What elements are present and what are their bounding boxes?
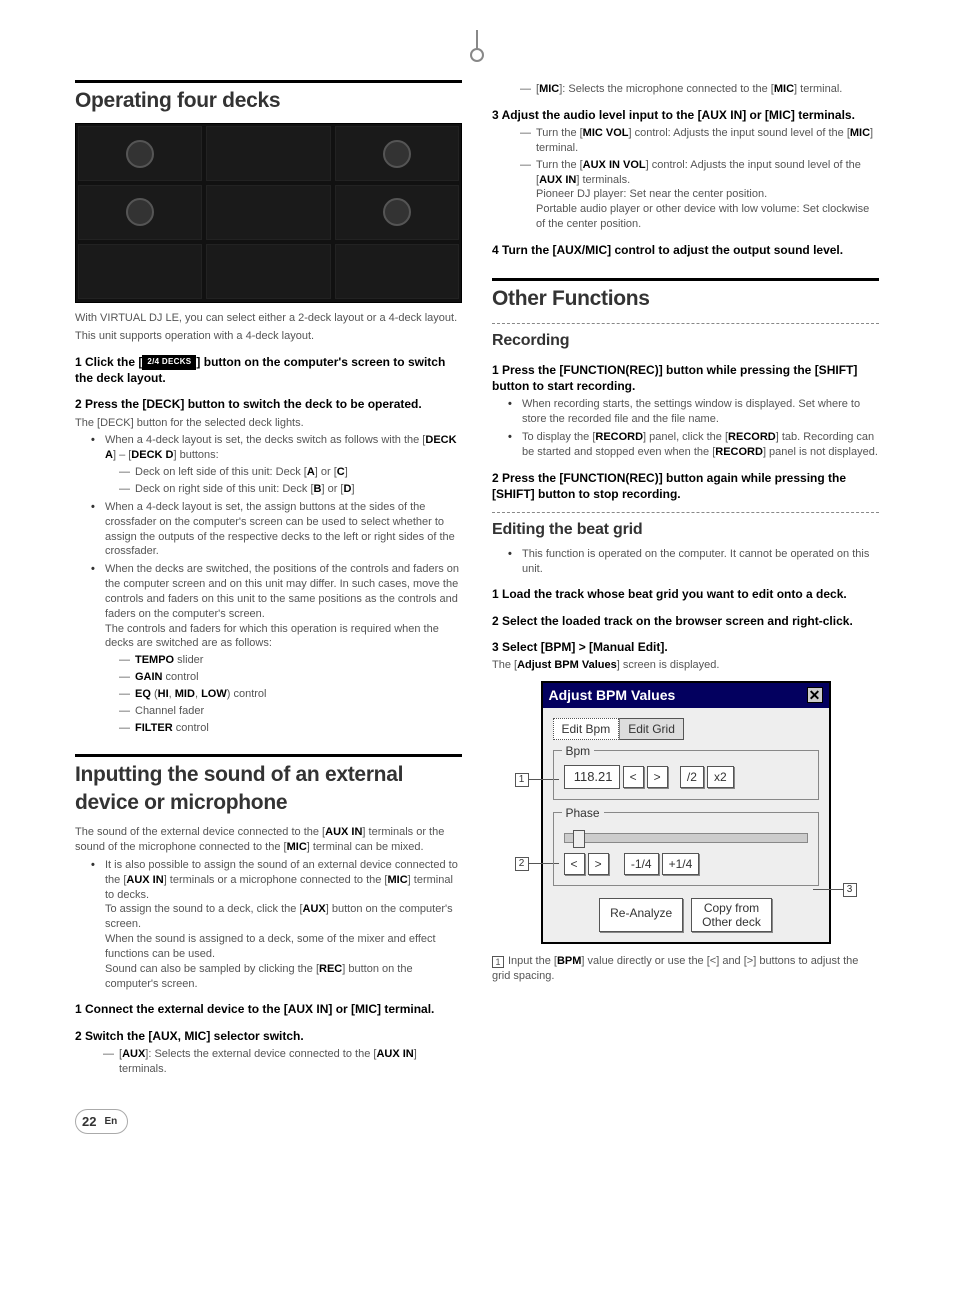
bullet-deck-switch: When a 4-deck layout is set, the decks s… [91,433,462,496]
close-icon[interactable]: ✕ [807,687,823,703]
ext-step-1: 1 Connect the external device to the [AU… [75,1001,462,1017]
ctl-chfader: Channel fader [119,704,462,719]
bg-step-3: 3 Select [BPM] > [Manual Edit]. [492,639,879,655]
bg-step-2: 2 Select the loaded track on the browser… [492,613,879,629]
footnote-1: 1Input the [BPM] value directly or use t… [492,954,879,984]
bg-step-3-sub: The [Adjust BPM Values] screen is displa… [492,658,879,673]
phase-slider[interactable] [564,833,808,843]
punch-mark-icon [467,30,487,54]
reanalyze-button[interactable]: Re-Analyze [599,898,683,933]
bpm-next-button[interactable]: > [647,766,668,788]
page-number: 22 En [75,1109,128,1135]
ext-bullet: It is also possible to assign the sound … [91,858,462,992]
dash-aux-vol: Turn the [AUX IN VOL] control: Adjusts t… [520,158,879,232]
heading-beat-grid: Editing the beat grid [492,519,879,541]
heading-inputting-sound: Inputting the sound of an external devic… [75,761,462,818]
rec-step-1: 1 Press the [FUNCTION(REC)] button while… [492,362,879,394]
ctl-filter: FILTER control [119,721,462,736]
intro-text-1: With VIRTUAL DJ LE, you can select eithe… [75,311,462,326]
bpm-legend: Bpm [562,743,595,759]
rec-step-2: 2 Press the [FUNCTION(REC)] button again… [492,470,879,502]
dash-mic-vol: Turn the [MIC VOL] control: Adjusts the … [520,126,879,156]
tab-edit-bpm[interactable]: Edit Bpm [553,718,620,740]
mic-dash: [MIC]: Selects the microphone connected … [520,82,879,97]
step-2: 2 Press the [DECK] button to switch the … [75,396,462,412]
ext-dash-aux: [AUX]: Selects the external device conne… [103,1047,462,1077]
window-title: Adjust BPM Values [549,686,676,705]
bpm-double-button[interactable]: x2 [707,766,734,788]
decks-button-icon: 2/4 DECKS [142,355,196,370]
page-lang: En [104,1115,117,1129]
step-3-audio-level: 3 Adjust the audio level input to the [A… [492,107,879,123]
step-4-output: 4 Turn the [AUX/MIC] control to adjust t… [492,242,879,258]
phase-plus-button[interactable]: +1/4 [662,853,700,875]
adjust-bpm-window: 1 2 3 Adjust BPM Values ✕ Edit Bpm Edit … [541,681,831,945]
bg-step-1: 1 Load the track whose beat grid you wan… [492,586,879,602]
ctl-gain: GAIN control [119,670,462,685]
heading-other-functions: Other Functions [492,285,879,313]
callout-2: 2 [515,857,529,871]
ext-step-2: 2 Switch the [AUX, MIC] selector switch. [75,1028,462,1044]
dash-left-deck: Deck on left side of this unit: Deck [A]… [119,465,462,480]
copy-from-deck-button[interactable]: Copy fromOther deck [691,898,772,933]
bpm-prev-button[interactable]: < [623,766,644,788]
rec-bullet-2: To display the [RECORD] panel, click the… [508,430,879,460]
ext-intro: The sound of the external device connect… [75,825,462,855]
bpm-input[interactable]: 118.21 [564,765,620,789]
dash-right-deck: Deck on right side of this unit: Deck [B… [119,482,462,497]
page-num: 22 [82,1113,96,1131]
step-1: 1 Click the [2/4 DECKS] button on the co… [75,354,462,386]
step-2-sub: The [DECK] button for the selected deck … [75,416,462,431]
intro-text-2: This unit supports operation with a 4-de… [75,329,462,344]
bpm-half-button[interactable]: /2 [680,766,704,788]
rec-bullet-1: When recording starts, the settings wind… [508,397,879,427]
phase-minus-button[interactable]: -1/4 [624,853,659,875]
ctl-eq: EQ (HI, MID, LOW) control [119,687,462,702]
tab-edit-grid[interactable]: Edit Grid [619,718,684,740]
phase-prev-button[interactable]: < [564,853,585,875]
phase-legend: Phase [562,805,604,821]
step1-pre: 1 Click the [ [75,355,142,369]
vdj-screenshot [75,123,462,303]
bg-bullet-1: This function is operated on the compute… [508,547,879,577]
callout-1: 1 [515,773,529,787]
heading-recording: Recording [492,330,879,352]
phase-next-button[interactable]: > [588,853,609,875]
bullet-assign: When a 4-deck layout is set, the assign … [91,500,462,559]
heading-operating-four-decks: Operating four decks [75,87,462,115]
ctl-tempo: TEMPO slider [119,653,462,668]
bullet-positions: When the decks are switched, the positio… [91,562,462,735]
callout-3: 3 [843,883,857,897]
